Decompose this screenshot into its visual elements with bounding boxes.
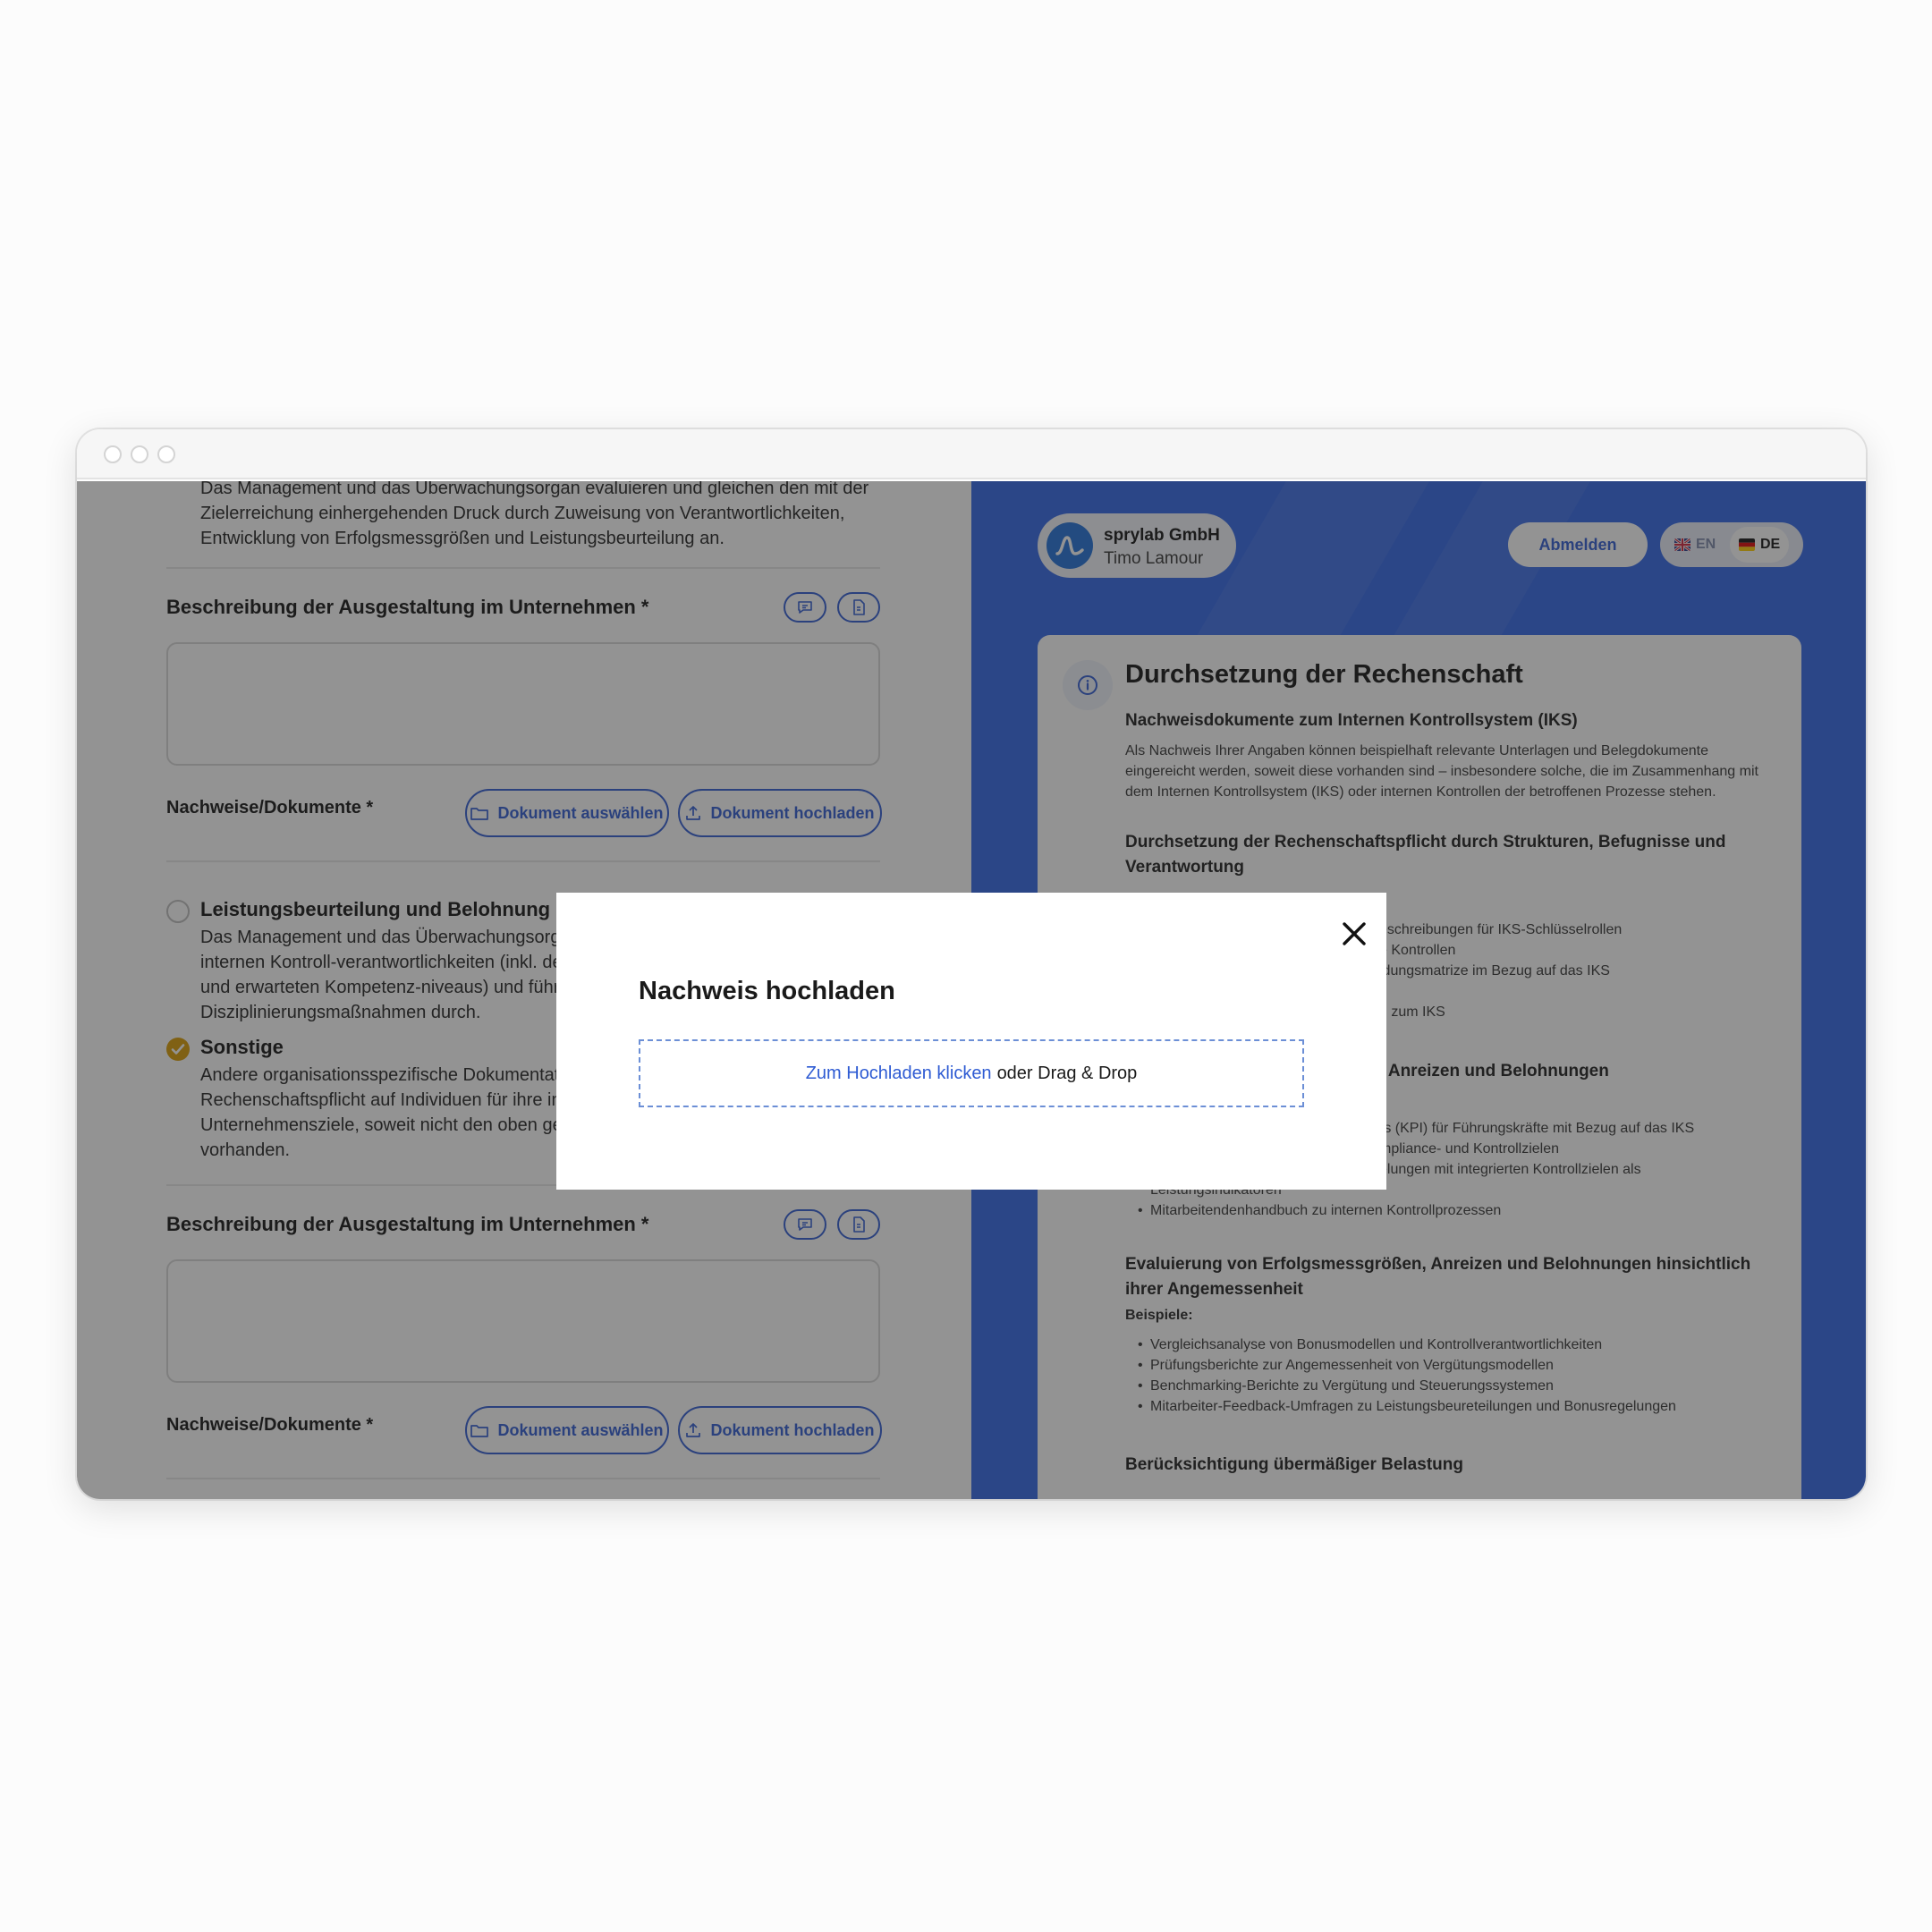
window-titlebar xyxy=(77,429,1866,479)
browser-window: Das Management und das Überwachungsorgan… xyxy=(77,429,1866,1499)
window-dot-maximize[interactable] xyxy=(157,445,175,463)
upload-link[interactable]: Zum Hochladen klicken xyxy=(806,1063,992,1084)
modal-title: Nachweis hochladen xyxy=(639,977,895,1005)
upload-modal: Nachweis hochladen Zum Hochladen klicken… xyxy=(556,893,1386,1190)
close-icon xyxy=(1343,922,1366,945)
window-dot-minimize[interactable] xyxy=(131,445,148,463)
upload-dropzone[interactable]: Zum Hochladen klicken oder Drag & Drop xyxy=(639,1039,1304,1107)
window-dot-close[interactable] xyxy=(104,445,122,463)
upload-hint: oder Drag & Drop xyxy=(996,1063,1138,1083)
close-button[interactable] xyxy=(1338,918,1370,950)
app-content: Das Management und das Überwachungsorgan… xyxy=(77,481,1866,1499)
